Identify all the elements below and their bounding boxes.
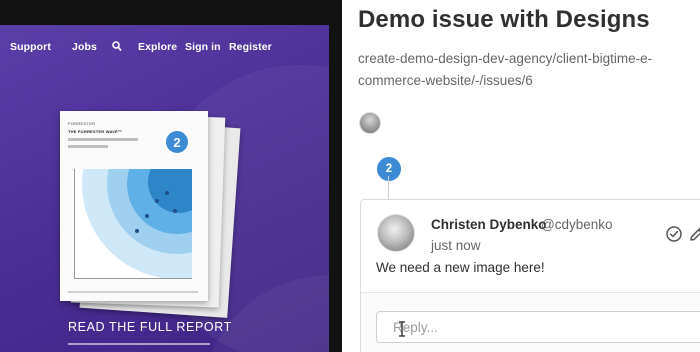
nav-support: Support (10, 41, 51, 53)
issue-sidebar: Demo issue with Designs create-demo-desi… (342, 0, 700, 352)
report-brand: FORRESTER (68, 121, 96, 126)
reply-area (361, 292, 700, 352)
pencil-icon[interactable] (688, 225, 700, 243)
comment-timestamp: just now (431, 238, 481, 253)
issue-title: Demo issue with Designs (358, 6, 650, 33)
reply-input[interactable] (376, 311, 700, 343)
nav-jobs: Jobs (72, 41, 97, 53)
comment-body: We need a new image here! (376, 260, 545, 275)
nav-sign-in: Sign in (185, 41, 221, 53)
read-report-link: READ THE FULL REPORT (68, 320, 232, 334)
report-text-lines (68, 138, 148, 152)
comment-author[interactable]: Christen Dybenko (431, 217, 547, 232)
design-preview: Support Jobs Explore Sign in Register FO… (0, 0, 342, 352)
comment-handle[interactable]: @cdybenko (541, 217, 613, 232)
discussion-thread: Christen Dybenko @cdybenko just now We n… (360, 199, 700, 352)
design-pin-badge[interactable]: 2 (164, 129, 190, 155)
site-nav: Support Jobs Explore Sign in Register (0, 41, 329, 57)
design-image[interactable]: Support Jobs Explore Sign in Register FO… (0, 25, 329, 352)
nav-register: Register (229, 41, 272, 53)
report-title: THE FORRESTER WAVE™ (68, 129, 123, 134)
cta-underline (68, 343, 210, 345)
issue-path[interactable]: create-demo-design-dev-agency/client-big… (358, 48, 698, 92)
nav-explore: Explore (138, 41, 178, 53)
report-footer-line (68, 291, 198, 293)
wave-graphic (74, 169, 192, 279)
avatar[interactable] (377, 214, 415, 252)
timeline-connector (388, 176, 389, 200)
check-circle-icon[interactable] (665, 225, 683, 243)
report-cover-stack: FORRESTER THE FORRESTER WAVE™ (58, 105, 241, 318)
discussion-number-badge: 2 (377, 157, 401, 181)
participant-avatar[interactable] (359, 112, 381, 134)
search-icon (112, 41, 122, 55)
